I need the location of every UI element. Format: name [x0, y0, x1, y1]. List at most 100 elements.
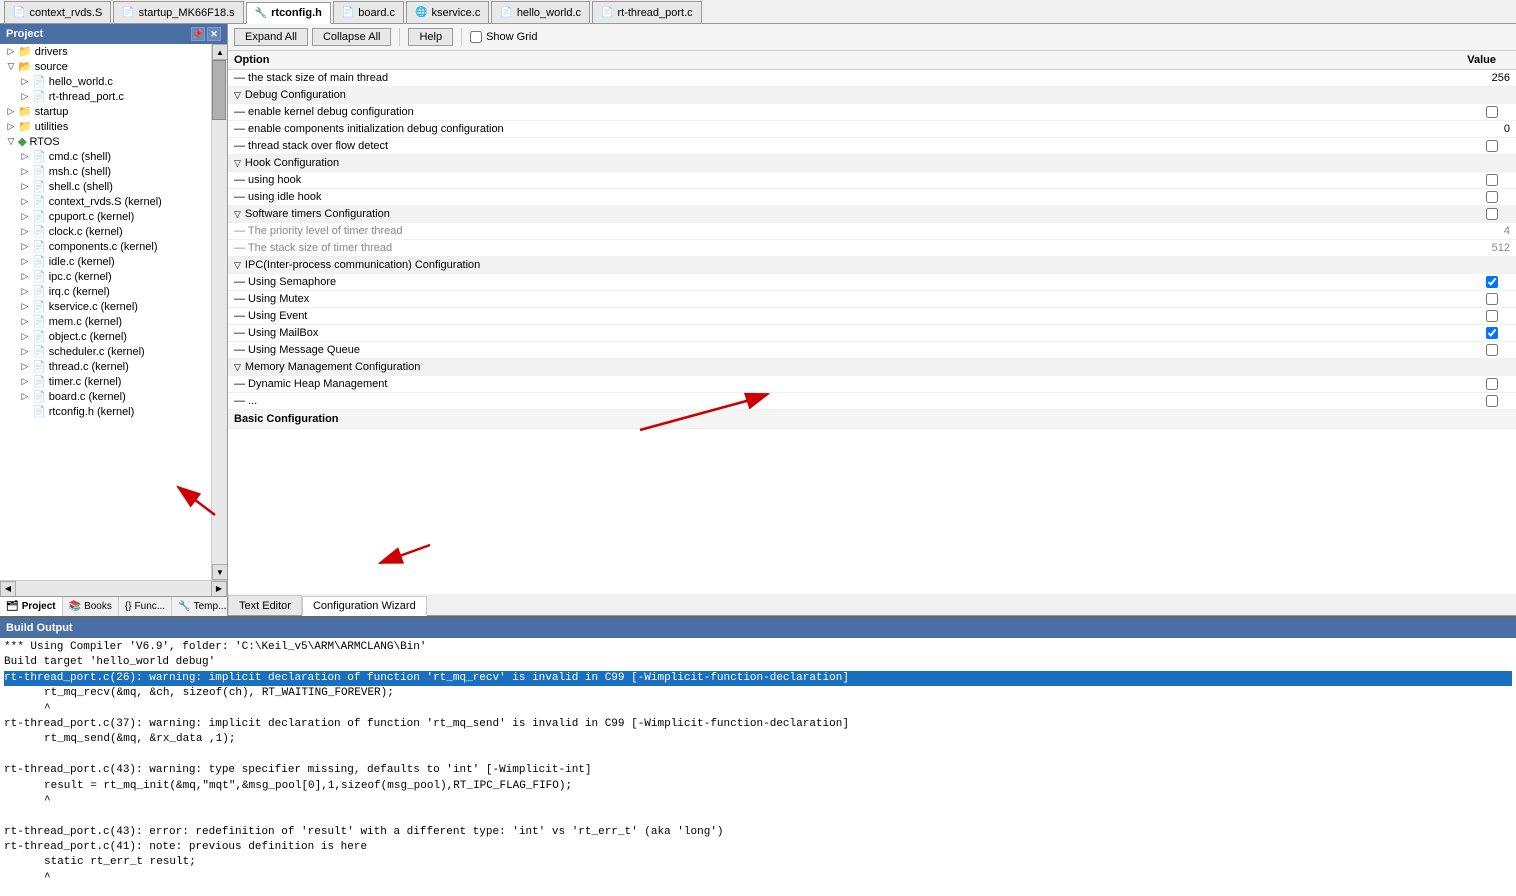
- option-event: — Using Event: [228, 308, 1306, 325]
- checkbox-extra[interactable]: [1486, 395, 1498, 407]
- build-line: ^: [4, 794, 1512, 809]
- build-line: rt-thread_port.c(43): warning: type spec…: [4, 763, 1512, 778]
- tree-item-cmd[interactable]: ▷ 📄 cmd.c (shell): [0, 149, 211, 164]
- sidebar-tab-project[interactable]: 🗂 Project: [0, 597, 63, 616]
- sidebar-pin-button[interactable]: 📌: [191, 27, 205, 41]
- sidebar-hscroll-right[interactable]: ▶: [211, 581, 227, 597]
- config-table-wrap: Option Value — the stack size of main th…: [228, 51, 1516, 594]
- expand-icon-irq: ▷: [18, 286, 32, 297]
- section-expand-hook[interactable]: ▽: [234, 158, 241, 168]
- expand-icon-msh: ▷: [18, 166, 32, 177]
- file-icon-cmd: 📄: [32, 150, 46, 163]
- show-grid-checkbox[interactable]: [470, 31, 482, 43]
- tree-item-idle[interactable]: ▷ 📄 idle.c (kernel): [0, 254, 211, 269]
- tree-item-kservice[interactable]: ▷ 📄 kservice.c (kernel): [0, 299, 211, 314]
- section-expand-sw-timers[interactable]: ▽: [234, 209, 241, 219]
- file-icon-object: 📄: [32, 330, 46, 343]
- tree-item-rt-thread-port[interactable]: ▷ 📄 rt-thread_port.c: [0, 89, 211, 104]
- tree-item-shell[interactable]: ▷ 📄 shell.c (shell): [0, 179, 211, 194]
- tree-item-msh[interactable]: ▷ 📄 msh.c (shell): [0, 164, 211, 179]
- editor-tab-config-wizard[interactable]: Configuration Wizard: [302, 596, 427, 616]
- tree-item-rtconfig[interactable]: 📄 rtconfig.h (kernel): [0, 404, 211, 419]
- tree-item-components[interactable]: ▷ 📄 components.c (kernel): [0, 239, 211, 254]
- tree-item-rtos[interactable]: ▽ ◆ RTOS: [0, 134, 211, 149]
- tab-icon-rtport: 📄: [601, 7, 613, 18]
- tree-item-context-rvds[interactable]: ▷ 📄 context_rvds.S (kernel): [0, 194, 211, 209]
- file-icon-context-rvds: 📄: [32, 195, 46, 208]
- sidebar-tab-func[interactable]: {} Func...: [119, 597, 172, 616]
- value-event: [1306, 308, 1516, 325]
- tree-item-object[interactable]: ▷ 📄 object.c (kernel): [0, 329, 211, 344]
- option-using-hook: — using hook: [228, 172, 1306, 189]
- sidebar-tab-books[interactable]: 📚 Books: [63, 597, 119, 616]
- section-hook: ▽Hook Configuration: [228, 155, 1516, 172]
- section-expand-debug[interactable]: ▽: [234, 90, 241, 100]
- checkbox-mailbox[interactable]: [1486, 327, 1498, 339]
- checkbox-message-queue[interactable]: [1486, 344, 1498, 356]
- checkbox-semaphore[interactable]: [1486, 276, 1498, 288]
- option-stack-overflow: — thread stack over flow detect: [228, 138, 1306, 155]
- tab-rtconfig[interactable]: 🔧 rtconfig.h: [246, 2, 331, 24]
- tree-item-ipc[interactable]: ▷ 📄 ipc.c (kernel): [0, 269, 211, 284]
- expand-icon-object: ▷: [18, 331, 32, 342]
- tree-item-scheduler[interactable]: ▷ 📄 scheduler.c (kernel): [0, 344, 211, 359]
- table-row: — The stack size of timer thread 512: [228, 240, 1516, 257]
- section-expand-ipc[interactable]: ▽: [234, 260, 241, 270]
- section-expand-memory[interactable]: ▽: [234, 362, 241, 372]
- build-line: rt-thread_port.c(41): note: previous def…: [4, 840, 1512, 855]
- option-main-stack: — the stack size of main thread: [228, 70, 1306, 87]
- tree-item-irq[interactable]: ▷ 📄 irq.c (kernel): [0, 284, 211, 299]
- checkbox-kernel-debug[interactable]: [1486, 106, 1498, 118]
- tree-item-cpuport[interactable]: ▷ 📄 cpuport.c (kernel): [0, 209, 211, 224]
- tree-item-thread[interactable]: ▷ 📄 thread.c (kernel): [0, 359, 211, 374]
- sidebar-close-button[interactable]: ✕: [207, 27, 221, 41]
- toolbar-separator2: [461, 28, 462, 46]
- tree-item-startup[interactable]: ▷ 📁 startup: [0, 104, 211, 119]
- value-mailbox: [1306, 325, 1516, 342]
- tab-rt-thread-port[interactable]: 📄 rt-thread_port.c: [592, 1, 702, 23]
- config-toolbar: Expand All Collapse All Help Show Grid: [228, 24, 1516, 51]
- checkbox-mutex[interactable]: [1486, 293, 1498, 305]
- sidebar-hscroll-left[interactable]: ◀: [0, 581, 16, 597]
- tree-item-clock[interactable]: ▷ 📄 clock.c (kernel): [0, 224, 211, 239]
- tree-item-utilities[interactable]: ▷ 📁 utilities: [0, 119, 211, 134]
- tree-item-board[interactable]: ▷ 📄 board.c (kernel): [0, 389, 211, 404]
- checkbox-event[interactable]: [1486, 310, 1498, 322]
- config-table: Option Value — the stack size of main th…: [228, 51, 1516, 429]
- tree-item-timer[interactable]: ▷ 📄 timer.c (kernel): [0, 374, 211, 389]
- file-icon-ipc: 📄: [32, 270, 46, 283]
- tab-icon-board: 📄: [342, 7, 354, 18]
- checkbox-using-hook[interactable]: [1486, 174, 1498, 186]
- temp-tab-icon: 🔧: [178, 601, 190, 612]
- file-icon-components: 📄: [32, 240, 46, 253]
- table-row: — thread stack over flow detect: [228, 138, 1516, 155]
- tab-hello-world[interactable]: 📄 hello_world.c: [491, 1, 590, 23]
- sidebar-scroll-up[interactable]: ▲: [212, 44, 227, 60]
- sidebar-tab-temp[interactable]: 🔧 Temp...: [172, 597, 228, 616]
- build-output-content[interactable]: *** Using Compiler 'V6.9', folder: 'C:\K…: [0, 638, 1516, 896]
- tab-startup-mk66[interactable]: 📄 startup_MK66F18.s: [113, 1, 243, 23]
- checkbox-sw-timers[interactable]: [1486, 208, 1498, 220]
- build-line: [4, 748, 1512, 763]
- tab-context-rvds[interactable]: 📄 context_rvds.S: [4, 1, 111, 23]
- value-using-hook: [1306, 172, 1516, 189]
- expand-icon-kservice: ▷: [18, 301, 32, 312]
- editor-tab-text-editor[interactable]: Text Editor: [228, 595, 302, 615]
- tree-item-hello-world[interactable]: ▷ 📄 hello_world.c: [0, 74, 211, 89]
- collapse-all-button[interactable]: Collapse All: [312, 28, 391, 46]
- checkbox-stack-overflow[interactable]: [1486, 140, 1498, 152]
- expand-all-button[interactable]: Expand All: [234, 28, 308, 46]
- tab-icon-hello: 📄: [500, 7, 512, 18]
- sidebar-tree[interactable]: ▷ 📁 drivers ▽ 📂 source ▷ 📄 hell: [0, 44, 211, 580]
- tab-kservice[interactable]: 🌐 kservice.c: [406, 1, 489, 23]
- checkbox-using-idle-hook[interactable]: [1486, 191, 1498, 203]
- tab-board[interactable]: 📄 board.c: [333, 1, 404, 23]
- tree-item-drivers[interactable]: ▷ 📁 drivers: [0, 44, 211, 59]
- table-row: — using hook: [228, 172, 1516, 189]
- build-line: result = rt_mq_init(&mq,"mqt",&msg_pool[…: [4, 779, 1512, 794]
- sidebar-scroll-down[interactable]: ▼: [212, 564, 227, 580]
- checkbox-dynamic-heap[interactable]: [1486, 378, 1498, 390]
- help-button[interactable]: Help: [408, 28, 453, 46]
- tree-item-source[interactable]: ▽ 📂 source: [0, 59, 211, 74]
- tree-item-mem[interactable]: ▷ 📄 mem.c (kernel): [0, 314, 211, 329]
